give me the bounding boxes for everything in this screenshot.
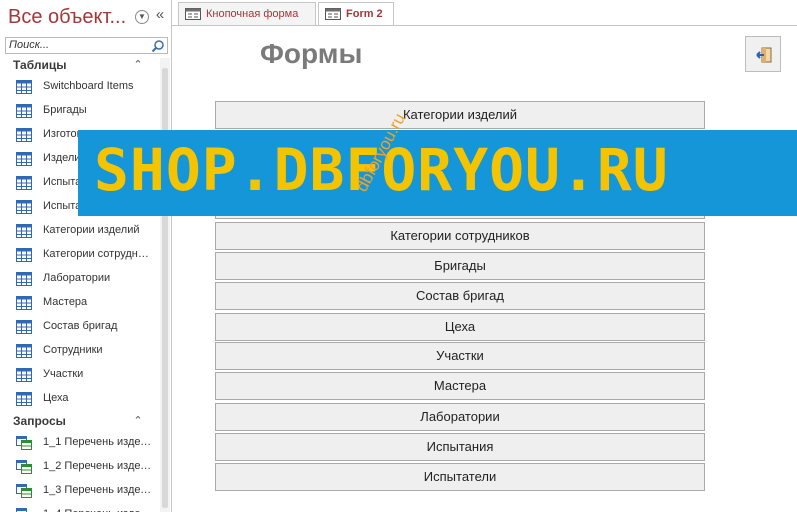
- table-icon: [16, 392, 32, 406]
- form-button[interactable]: Бригады: [215, 252, 705, 280]
- table-icon: [16, 320, 32, 334]
- tab-switchboard[interactable]: Кнопочная форма: [178, 2, 316, 25]
- form-icon: [185, 8, 201, 20]
- watermark-banner: SHOP.DBFORYOU.RU: [78, 130, 797, 216]
- query-icon: [16, 508, 32, 512]
- nav-item[interactable]: Цеха: [0, 388, 160, 410]
- nav-item-label: 1_2 Перечень изделий: [43, 460, 153, 472]
- form-button[interactable]: Испытатели: [215, 463, 705, 491]
- nav-group-title: Запросы: [13, 414, 66, 428]
- nav-item-label: 1_1 Перечень изделий: [43, 436, 153, 448]
- form-icon: [325, 8, 341, 20]
- nav-item-label: Категории изделий: [43, 224, 140, 236]
- nav-item[interactable]: Switchboard Items: [0, 76, 160, 98]
- nav-item[interactable]: 1_1 Перечень изделий: [0, 432, 160, 454]
- form-button[interactable]: Цеха: [215, 313, 705, 341]
- query-icon: [16, 460, 32, 474]
- table-icon: [16, 272, 32, 286]
- tab-label: Form 2: [346, 8, 383, 20]
- nav-item-label: 1_4 Перечень изделий: [43, 508, 153, 512]
- search-icon[interactable]: [151, 39, 165, 53]
- table-icon: [16, 224, 32, 238]
- nav-item-label: Switchboard Items: [43, 80, 134, 92]
- collapse-pane-icon[interactable]: «: [153, 6, 167, 24]
- table-icon: [16, 296, 32, 310]
- form-button[interactable]: Участки: [215, 342, 705, 370]
- table-icon: [16, 200, 32, 214]
- form-button[interactable]: Лаборатории: [215, 403, 705, 431]
- query-icon: [16, 436, 32, 450]
- nav-item-label: Лаборатории: [43, 272, 111, 284]
- nav-title[interactable]: Все объект...: [8, 6, 132, 29]
- nav-item[interactable]: Мастера: [0, 292, 160, 314]
- nav-item[interactable]: Участки: [0, 364, 160, 386]
- table-icon: [16, 368, 32, 382]
- nav-item[interactable]: Категории изделий: [0, 220, 160, 242]
- table-icon: [16, 248, 32, 262]
- form-button[interactable]: Испытания: [215, 433, 705, 461]
- nav-item[interactable]: 1_2 Перечень изделий: [0, 456, 160, 478]
- nav-item-label: 1_3 Перечень изделий: [43, 484, 153, 496]
- nav-item[interactable]: Категории сотрудников: [0, 244, 160, 266]
- table-icon: [16, 104, 32, 118]
- document-tabs: Кнопочная форма Form 2: [172, 0, 797, 26]
- nav-item-label: Участки: [43, 368, 84, 380]
- exit-door-icon: [756, 47, 772, 63]
- nav-group-header[interactable]: Таблицы ⌃: [0, 56, 160, 76]
- search-input[interactable]: Поиск...: [5, 37, 168, 54]
- chevron-up-icon[interactable]: ⌃: [132, 57, 144, 73]
- nav-item-label: Бригады: [43, 104, 87, 116]
- nav-item-label: Мастера: [43, 296, 88, 308]
- chevron-up-icon[interactable]: ⌃: [132, 413, 144, 429]
- query-icon: [16, 484, 32, 498]
- table-icon: [16, 176, 32, 190]
- nav-item[interactable]: Сотрудники: [0, 340, 160, 362]
- form-button[interactable]: Мастера: [215, 372, 705, 400]
- nav-item[interactable]: 1_3 Перечень изделий: [0, 480, 160, 502]
- nav-item[interactable]: Лаборатории: [0, 268, 160, 290]
- nav-group-title: Таблицы: [13, 58, 67, 72]
- nav-item-label: Сотрудники: [43, 344, 103, 356]
- exit-button[interactable]: [745, 36, 781, 72]
- form-button[interactable]: Категории сотрудников: [215, 222, 705, 250]
- nav-header: Все объект... ▼ «: [0, 0, 171, 36]
- navigation-pane: Все объект... ▼ « Поиск... Таблицы ⌃ Switc…: [0, 0, 172, 512]
- tab-form-2[interactable]: Form 2: [318, 2, 394, 26]
- table-icon: [16, 80, 32, 94]
- nav-item[interactable]: 1_4 Перечень изделий: [0, 504, 160, 512]
- form-canvas: Формы Категории изделийИзготовителиИздел…: [172, 26, 797, 512]
- nav-item-label: Цеха: [43, 392, 69, 404]
- search-placeholder: Поиск...: [9, 39, 50, 51]
- form-title: Формы: [260, 38, 363, 69]
- nav-item-label: Категории сотрудников: [43, 248, 153, 260]
- table-icon: [16, 344, 32, 358]
- tab-label: Кнопочная форма: [206, 8, 299, 20]
- nav-scrollbar[interactable]: [160, 58, 170, 512]
- nav-group-header[interactable]: Запросы ⌃: [0, 412, 160, 432]
- nav-item[interactable]: Бригады: [0, 100, 160, 122]
- form-button[interactable]: Категории изделий: [215, 101, 705, 129]
- table-icon: [16, 152, 32, 166]
- nav-item-label: Состав бригад: [43, 320, 118, 332]
- table-icon: [16, 128, 32, 142]
- chevron-down-icon[interactable]: ▼: [135, 10, 149, 24]
- nav-item[interactable]: Состав бригад: [0, 316, 160, 338]
- form-button[interactable]: Состав бригад: [215, 282, 705, 310]
